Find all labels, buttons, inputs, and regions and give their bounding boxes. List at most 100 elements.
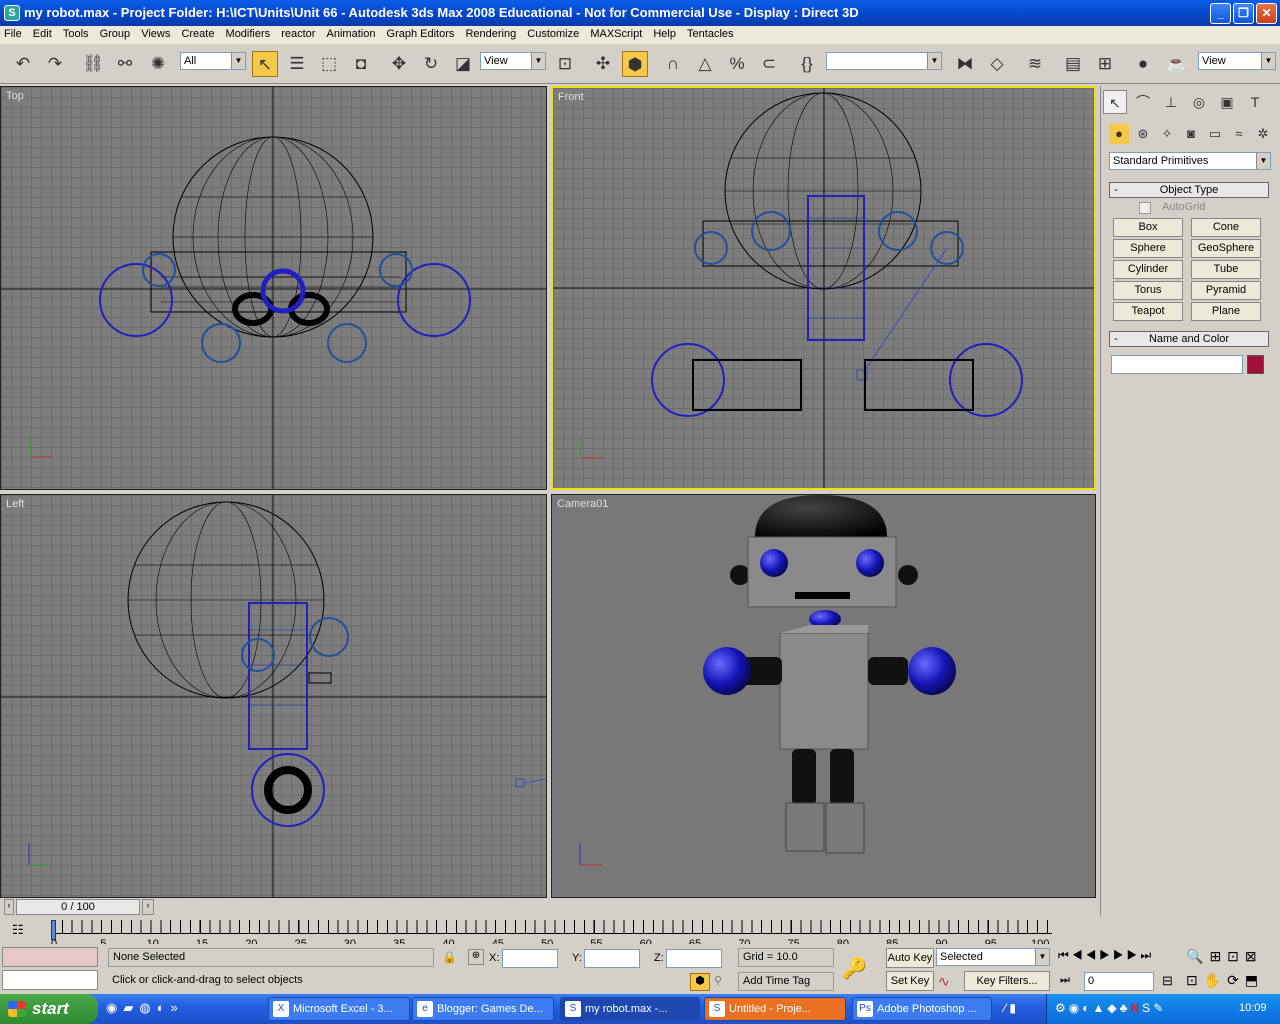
menu-tools[interactable]: Tools	[59, 26, 93, 42]
modify-tab-icon[interactable]: ⌒	[1131, 90, 1155, 114]
bind-space-warp-icon[interactable]: ✺	[145, 51, 171, 77]
schematic-view-icon[interactable]: ⊞	[1092, 51, 1118, 77]
add-time-tag-button[interactable]: Add Time Tag	[738, 972, 834, 991]
sphere-button[interactable]: Sphere	[1113, 239, 1183, 258]
select-and-link-icon[interactable]: ⛓	[80, 51, 106, 77]
rectangular-selection-icon[interactable]: ⬚	[316, 51, 342, 77]
redo-icon[interactable]: ↷	[42, 51, 68, 77]
close-button[interactable]: ✕	[1256, 3, 1277, 24]
start-button[interactable]: start	[0, 994, 98, 1024]
menu-file[interactable]: File	[0, 26, 26, 42]
y-coordinate-input[interactable]	[584, 949, 640, 968]
explorer-icon[interactable]: ▰	[123, 1000, 139, 1015]
task-excel[interactable]: X Microsoft Excel - 3...	[268, 997, 410, 1021]
shapes-icon[interactable]: ⊛	[1133, 124, 1153, 144]
viewport-left[interactable]: Left	[0, 494, 547, 898]
pivot-center-icon[interactable]: ⊡	[552, 51, 578, 77]
object-color-swatch[interactable]	[1247, 355, 1264, 374]
3ds-max-icon[interactable]: S	[4, 5, 20, 21]
plane-button[interactable]: Plane	[1191, 302, 1261, 321]
zoom-extents-icon[interactable]: ⊡	[1227, 948, 1245, 964]
go-to-end-icon[interactable]: ⏭	[1140, 948, 1154, 962]
tube-button[interactable]: Tube	[1191, 260, 1261, 279]
x-coordinate-input[interactable]	[502, 949, 558, 968]
menu-help[interactable]: Help	[649, 26, 680, 42]
lights-icon[interactable]: ✧	[1157, 124, 1177, 144]
task-untitled-project[interactable]: S Untitled - Proje...	[704, 997, 846, 1021]
pan-icon[interactable]: ✋	[1204, 972, 1227, 988]
next-frame-icon[interactable]: ›	[142, 899, 154, 915]
language-bar-icon[interactable]: ⁄ ▮	[1004, 1001, 1016, 1015]
object-name-input[interactable]	[1111, 355, 1243, 374]
object-type-rollout[interactable]: - Object Type	[1109, 182, 1269, 198]
zoom-all-icon[interactable]: ⊞	[1209, 948, 1227, 964]
maxscript-input[interactable]	[2, 970, 98, 990]
selection-lock-toggle-icon[interactable]: ⬢	[690, 973, 710, 991]
menu-customize[interactable]: Customize	[523, 26, 583, 42]
name-and-color-rollout[interactable]: - Name and Color	[1109, 331, 1269, 347]
other-icon[interactable]: »	[171, 1000, 184, 1015]
menu-graph-editors[interactable]: Graph Editors	[383, 26, 459, 42]
viewport-top[interactable]: Top	[0, 86, 547, 490]
snaps-toggle-icon[interactable]: ∩	[660, 51, 686, 77]
create-tab-icon[interactable]: ↖	[1103, 90, 1127, 114]
current-frame-input[interactable]: 0	[1084, 972, 1154, 991]
norton-icon[interactable]: N	[1131, 1001, 1143, 1015]
antivirus-icon[interactable]: ◆	[1107, 1001, 1119, 1015]
previous-frame-icon[interactable]: ‹	[4, 899, 14, 915]
box-button[interactable]: Box	[1113, 218, 1183, 237]
zoom-extents-all-icon[interactable]: ⊠	[1245, 948, 1263, 964]
maxscript-listener-mini[interactable]	[2, 947, 98, 967]
z-coordinate-input[interactable]	[666, 949, 722, 968]
space-warps-icon[interactable]: ≈	[1229, 124, 1249, 144]
task-3ds-max[interactable]: Smy robot.max -...	[560, 997, 700, 1021]
menu-modifiers[interactable]: Modifiers	[222, 26, 275, 42]
primitive-category-dropdown[interactable]: Standard Primitives ▼	[1109, 152, 1271, 170]
absolute-mode-icon[interactable]: ⊕	[468, 949, 484, 965]
zoom-icon[interactable]: 🔍	[1186, 948, 1209, 964]
window-crossing-icon[interactable]: ◘	[348, 51, 374, 77]
selection-filter-dropdown[interactable]: All ▼	[180, 52, 246, 70]
set-key-button[interactable]: Set Key	[886, 971, 934, 991]
task-blogger[interactable]: e Blogger: Games De...	[412, 997, 554, 1021]
update-icon[interactable]: ▲	[1093, 1001, 1108, 1015]
menu-views[interactable]: Views	[137, 26, 174, 42]
menu-rendering[interactable]: Rendering	[461, 26, 520, 42]
menu-animation[interactable]: Animation	[323, 26, 380, 42]
key-tangent-icon[interactable]: ∿	[938, 973, 958, 991]
teapot-button[interactable]: Teapot	[1113, 302, 1183, 321]
menu-reactor[interactable]: reactor	[277, 26, 319, 42]
menu-create[interactable]: Create	[177, 26, 218, 42]
time-slider[interactable]: 0 / 100	[16, 899, 140, 915]
angle-snap-icon[interactable]: △	[692, 51, 718, 77]
utilities-tab-icon[interactable]: T	[1243, 90, 1267, 114]
volume-icon[interactable]: ◉	[1069, 1001, 1082, 1015]
render-scene-icon[interactable]: ☕	[1164, 51, 1190, 77]
play-icon[interactable]: ▶	[1099, 948, 1113, 962]
auto-key-button[interactable]: Auto Key	[886, 948, 934, 968]
display-tab-icon[interactable]: ▣	[1215, 90, 1239, 114]
network-icon[interactable]: ⚙	[1055, 1001, 1069, 1015]
unlink-icon[interactable]: ⚯	[112, 51, 138, 77]
media-icon[interactable]: ◐	[157, 1000, 171, 1015]
hierarchy-tab-icon[interactable]: ⊥	[1159, 90, 1183, 114]
field-of-view-icon[interactable]: ⊡	[1186, 972, 1204, 988]
material-editor-icon[interactable]: ●	[1130, 51, 1156, 77]
align-icon[interactable]: ◇	[984, 51, 1010, 77]
set-keys-key-icon[interactable]: 🔑	[842, 956, 867, 981]
torus-button[interactable]: Torus	[1113, 281, 1183, 300]
firefox-icon[interactable]: ◍	[139, 1000, 156, 1015]
next-key-icon[interactable]: ▶▶	[1113, 948, 1140, 962]
cylinder-button[interactable]: Cylinder	[1113, 260, 1183, 279]
ie-icon[interactable]: ◉	[106, 1000, 123, 1015]
systems-icon[interactable]: ✲	[1253, 124, 1273, 144]
helpers-icon[interactable]: ▭	[1205, 124, 1225, 144]
select-and-scale-icon[interactable]: ◪	[450, 51, 476, 77]
autogrid-checkbox[interactable]	[1139, 202, 1151, 214]
select-by-name-icon[interactable]: ☰	[284, 51, 310, 77]
keyboard-shortcut-override-icon[interactable]: ⬢	[622, 51, 648, 77]
geometry-icon[interactable]: ●	[1109, 124, 1129, 144]
reference-coordinate-dropdown[interactable]: View ▼	[480, 52, 546, 70]
go-to-start-icon[interactable]: ⏮	[1058, 948, 1072, 962]
layer-manager-icon[interactable]: ≋	[1022, 51, 1048, 77]
